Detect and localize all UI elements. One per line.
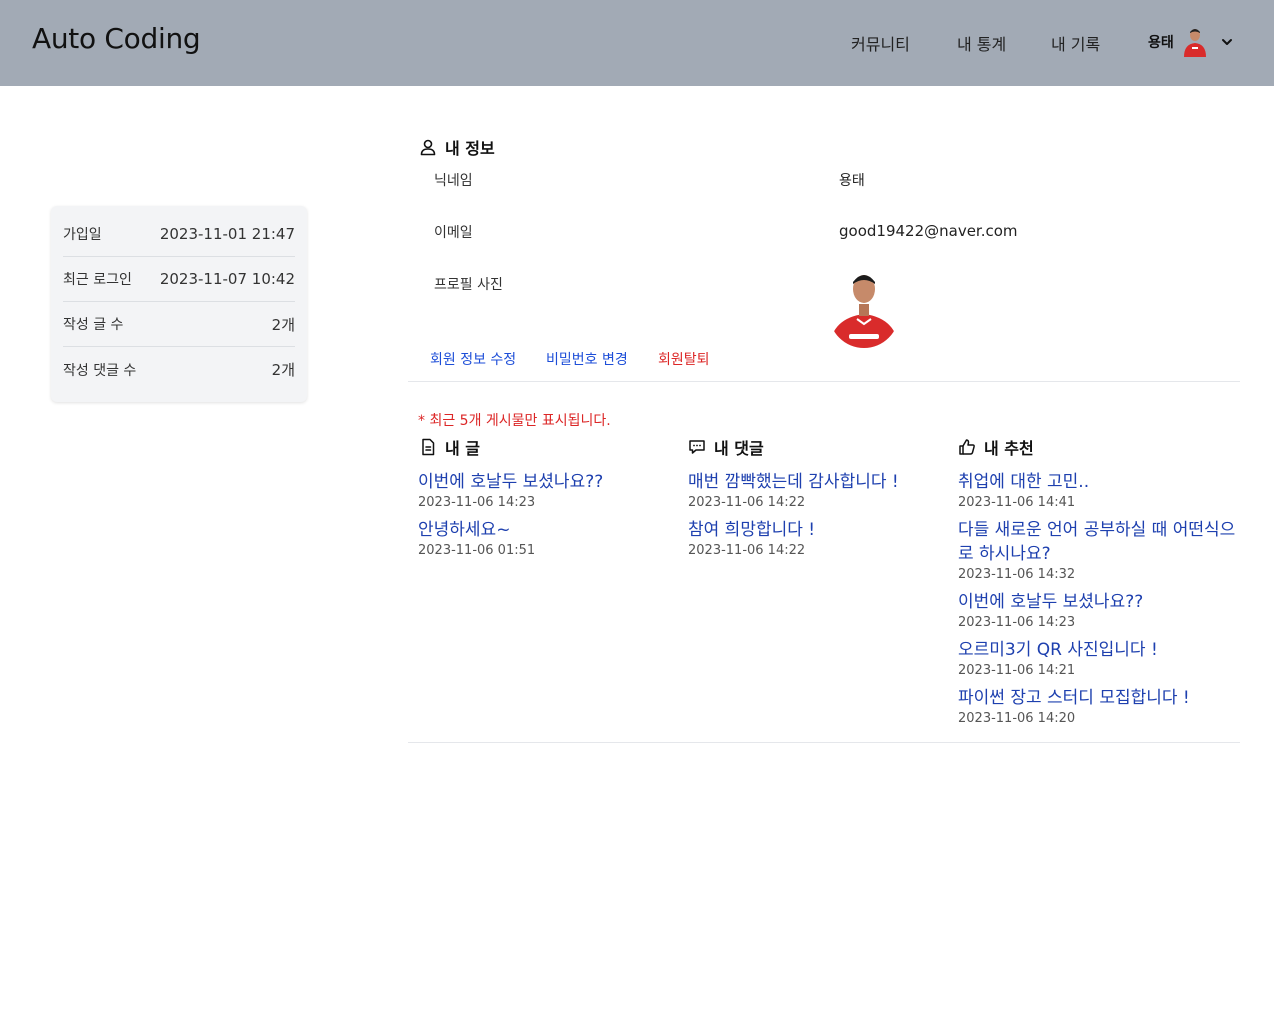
- my-likes-title-text: 내 추천: [984, 439, 1034, 458]
- document-icon: [422, 438, 435, 456]
- user-menu[interactable]: 용태: [1148, 26, 1234, 58]
- edit-profile-link[interactable]: 회원 정보 수정: [430, 349, 516, 369]
- post-title-link[interactable]: 이번에 호날두 보셨나요??: [418, 470, 698, 494]
- liked-post-title-link[interactable]: 이번에 호날두 보셨나요??: [958, 590, 1238, 614]
- liked-post-title-link[interactable]: 오르미3기 QR 사진입니다 !: [958, 638, 1238, 662]
- my-comments-title-text: 내 댓글: [714, 439, 764, 458]
- stat-value: 2개: [271, 315, 295, 334]
- liked-post-title-link[interactable]: 다들 새로운 언어 공부하실 때 어떤식으로 하시나요?: [958, 518, 1238, 566]
- recent-posts-notice: * 최근 5개 게시물만 표시됩니다.: [418, 413, 611, 429]
- my-likes-list: 취업에 대한 고민.. 2023-11-06 14:41 다들 새로운 언어 공…: [958, 470, 1238, 734]
- comment-title-link[interactable]: 참여 희망합니다 !: [688, 518, 968, 542]
- nickname-label: 닉네임: [434, 173, 473, 189]
- stat-row-joined: 가입일 2023-11-01 21:47: [63, 212, 295, 257]
- stat-value: 2023-11-01 21:47: [159, 225, 295, 243]
- stat-row-last-login: 최근 로그인 2023-11-07 10:42: [63, 257, 295, 302]
- liked-post-date: 2023-11-06 14:20: [958, 711, 1076, 726]
- user-icon: [420, 139, 436, 156]
- chevron-down-icon: [1221, 39, 1232, 45]
- stat-label: 최근 로그인: [63, 272, 132, 288]
- liked-post-date: 2023-11-06 14:23: [958, 615, 1076, 630]
- post-date: 2023-11-06 01:51: [418, 543, 536, 558]
- my-posts-list: 이번에 호날두 보셨나요?? 2023-11-06 14:23 안녕하세요~ 2…: [418, 470, 698, 566]
- my-posts-title: 내 글: [419, 435, 480, 459]
- nickname-value: 용태: [839, 173, 865, 189]
- post-date: 2023-11-06 14:23: [418, 495, 536, 510]
- stat-label: 작성 글 수: [63, 317, 124, 333]
- nav-community[interactable]: 커뮤니티: [851, 31, 910, 55]
- stat-value: 2023-11-07 10:42: [159, 270, 295, 288]
- comment-title-link[interactable]: 매번 깜빡했는데 감사합니다 !: [688, 470, 968, 494]
- profile-title: 내 정보: [445, 139, 495, 158]
- user-avatar: [1183, 29, 1206, 57]
- stat-value: 2개: [271, 361, 295, 379]
- post-title-link[interactable]: 안녕하세요~: [418, 518, 698, 542]
- withdraw-link[interactable]: 회원탈퇴: [658, 349, 710, 369]
- comment-icon: [689, 440, 705, 454]
- liked-post-date: 2023-11-06 14:21: [958, 663, 1076, 678]
- divider: [408, 381, 1240, 382]
- my-posts-title-text: 내 글: [445, 439, 481, 458]
- stat-row-comment-count: 작성 댓글 수 2개: [63, 347, 295, 392]
- brand-logo[interactable]: Auto Coding: [32, 22, 201, 55]
- user-name: 용태: [1148, 35, 1174, 51]
- stat-label: 작성 댓글 수: [63, 362, 137, 379]
- comment-date: 2023-11-06 14:22: [688, 495, 806, 510]
- nav-my-stats[interactable]: 내 통계: [957, 31, 1006, 55]
- email-value: good19422@naver.com: [839, 222, 1018, 240]
- my-comments-title: 내 댓글: [688, 435, 764, 459]
- email-label: 이메일: [434, 225, 473, 241]
- liked-post-title-link[interactable]: 취업에 대한 고민..: [958, 470, 1238, 494]
- stat-label: 가입일: [63, 227, 102, 243]
- photo-label: 프로필 사진: [434, 277, 503, 293]
- profile-photo: [829, 275, 899, 348]
- liked-post-title-link[interactable]: 파이썬 장고 스터디 모집합니다 !: [958, 686, 1238, 710]
- liked-post-date: 2023-11-06 14:32: [958, 567, 1076, 582]
- divider: [408, 742, 1240, 743]
- my-likes-title: 내 추천: [958, 435, 1034, 459]
- comment-date: 2023-11-06 14:22: [688, 543, 806, 558]
- stat-row-post-count: 작성 글 수 2개: [63, 302, 295, 347]
- thumbs-up-icon: [959, 439, 975, 455]
- my-comments-list: 매번 깜빡했는데 감사합니다 ! 2023-11-06 14:22 참여 희망합…: [688, 470, 968, 566]
- change-password-link[interactable]: 비밀번호 변경: [546, 349, 628, 369]
- profile-section-title: 내 정보: [419, 135, 495, 159]
- stats-card: 가입일 2023-11-01 21:47 최근 로그인 2023-11-07 1…: [51, 206, 307, 402]
- nav-my-records[interactable]: 내 기록: [1051, 31, 1100, 55]
- top-navbar: Auto Coding 커뮤니티 내 통계 내 기록 용태: [0, 0, 1274, 86]
- liked-post-date: 2023-11-06 14:41: [958, 495, 1076, 510]
